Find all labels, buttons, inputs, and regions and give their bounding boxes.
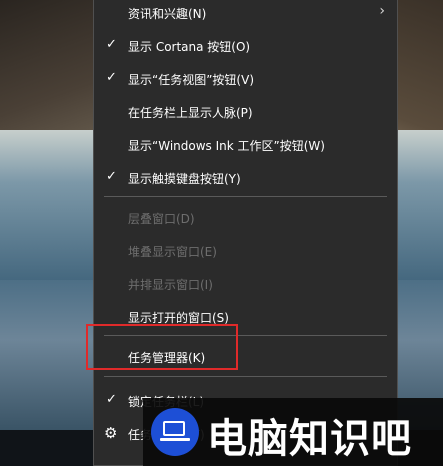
menu-item-stack-windows: 堆叠显示窗口(E) <box>94 235 397 267</box>
gear-icon: ⚙ <box>104 424 118 442</box>
checkmark-icon: ✓ <box>106 169 117 184</box>
menu-item-label: 在任务栏上显示人脉(P) <box>128 106 253 120</box>
menu-item-label: 资讯和兴趣(N) <box>128 7 207 21</box>
menu-item-show-task-view[interactable]: ✓ 显示“任务视图”按钮(V) <box>94 63 397 95</box>
chevron-right-icon: › <box>379 3 385 19</box>
menu-item-show-people[interactable]: 在任务栏上显示人脉(P) <box>94 96 397 128</box>
menu-item-show-windows-ink[interactable]: 显示“Windows Ink 工作区”按钮(W) <box>94 129 397 161</box>
menu-item-show-cortana[interactable]: ✓ 显示 Cortana 按钮(O) <box>94 30 397 62</box>
menu-item-label: 并排显示窗口(I) <box>128 278 213 292</box>
checkmark-icon: ✓ <box>106 37 117 52</box>
menu-item-news-interests[interactable]: 资讯和兴趣(N) › <box>94 0 397 29</box>
menu-separator <box>104 376 387 377</box>
menu-item-label: 显示“任务视图”按钮(V) <box>128 73 255 87</box>
menu-item-cascade-windows: 层叠窗口(D) <box>94 202 397 234</box>
menu-item-label: 显示触摸键盘按钮(Y) <box>128 172 241 186</box>
menu-item-label: 显示“Windows Ink 工作区”按钮(W) <box>128 139 325 153</box>
menu-item-side-by-side-windows: 并排显示窗口(I) <box>94 268 397 300</box>
highlight-box <box>86 324 238 370</box>
menu-separator <box>104 196 387 197</box>
taskbar-context-menu: 资讯和兴趣(N) › ✓ 显示 Cortana 按钮(O) ✓ 显示“任务视图”… <box>93 0 398 466</box>
laptop-icon <box>151 408 199 456</box>
checkmark-icon: ✓ <box>106 70 117 85</box>
menu-item-show-touch-keyboard[interactable]: ✓ 显示触摸键盘按钮(Y) <box>94 162 397 194</box>
menu-item-label: 堆叠显示窗口(E) <box>128 245 217 259</box>
watermark: 电脑知识吧 <box>143 398 443 466</box>
watermark-text: 电脑知识吧 <box>207 416 412 462</box>
checkmark-icon: ✓ <box>106 392 117 407</box>
menu-item-label: 显示 Cortana 按钮(O) <box>128 40 251 54</box>
menu-item-label: 层叠窗口(D) <box>128 212 195 226</box>
